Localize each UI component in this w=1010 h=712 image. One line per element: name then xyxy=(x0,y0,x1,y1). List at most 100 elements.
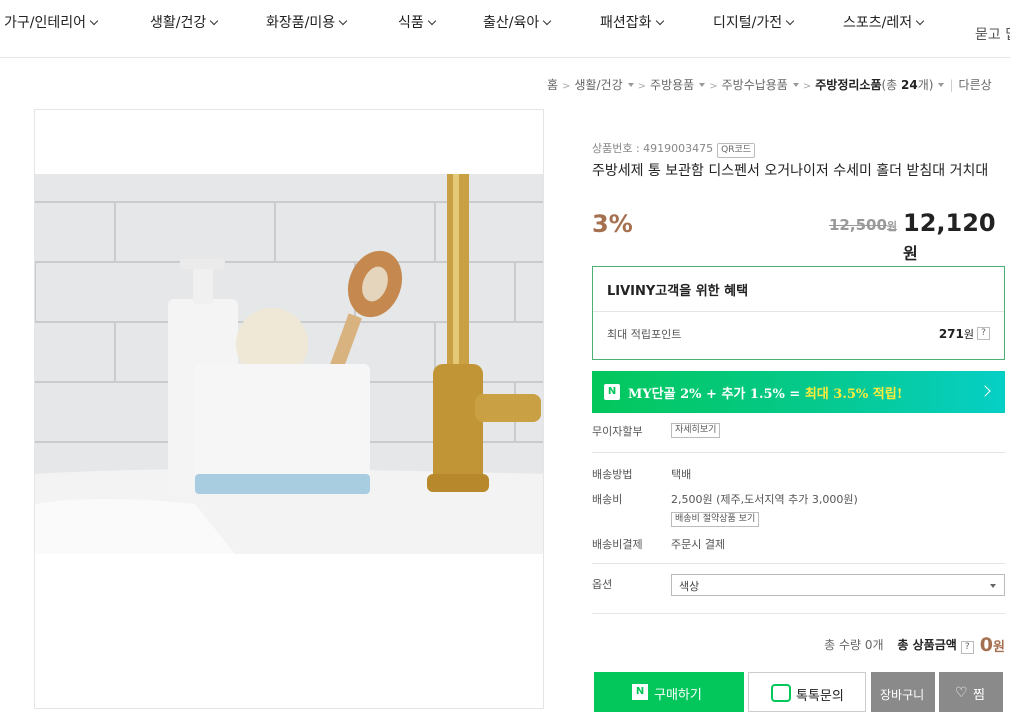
shipping-fee-label: 배송비 xyxy=(592,493,623,506)
max-points-label: 최대 적립포인트 xyxy=(607,328,682,341)
nav-label: 출산/육아 xyxy=(483,15,540,31)
nav-item-digital[interactable]: 디지털/가전 xyxy=(713,12,795,32)
option-select-value: 색상 xyxy=(679,580,700,593)
installment-detail-button[interactable]: 자세히보기 xyxy=(671,423,721,438)
naver-n-icon: N xyxy=(632,684,648,700)
nav-item-baby[interactable]: 출산/육아 xyxy=(483,12,552,32)
naver-n-icon: N xyxy=(604,384,620,400)
promo-text-highlight: 최대 3.5% 적립! xyxy=(804,387,903,402)
other-link[interactable]: 다른상 xyxy=(959,78,992,92)
original-price: 12,500원 xyxy=(829,216,897,234)
breadcrumb-item[interactable]: 주방수납용품 xyxy=(722,78,788,92)
shipping-payment-value: 주문시 결제 xyxy=(671,538,726,551)
talktalk-inquiry-button[interactable]: 톡톡문의 xyxy=(748,672,866,712)
help-icon[interactable]: ? xyxy=(977,327,990,340)
buy-button-label: 구매하기 xyxy=(654,688,702,703)
total-amount-number: 0 xyxy=(979,634,994,656)
breadcrumb-count-suffix: 개) xyxy=(917,78,934,92)
sale-price-unit: 원 xyxy=(903,244,918,263)
breadcrumb-separator-icon: > xyxy=(709,81,718,92)
nav-item-food[interactable]: 식품 xyxy=(398,12,437,32)
discount-rate: 3% xyxy=(592,210,633,238)
installment-label: 무이자할부 xyxy=(592,425,643,438)
shipping-method-label: 배송방법 xyxy=(592,468,633,481)
my-regular-promo-banner[interactable]: N MY단골 2% + 추가 1.5% = 최대 3.5% 적립! xyxy=(592,371,1005,413)
nav-item-sports[interactable]: 스포츠/레저 xyxy=(843,12,925,32)
caret-down-icon xyxy=(990,584,996,588)
chevron-down-icon xyxy=(655,16,664,26)
max-points-number: 271 xyxy=(938,327,964,341)
original-price-value: 12,500 xyxy=(829,216,887,234)
help-icon[interactable]: ? xyxy=(960,641,974,654)
nav-label: 패션잡화 xyxy=(600,15,652,31)
nav-item-furniture[interactable]: 가구/인테리어 xyxy=(4,12,99,32)
order-summary: 총 수량 0개 총 상품금액? 0원 xyxy=(824,632,1005,656)
talktalk-button-label: 톡톡문의 xyxy=(796,689,844,704)
promo-text-main: MY단골 2% + 추가 1.5% = xyxy=(628,387,805,402)
wish-button-label: 찜 xyxy=(973,688,985,703)
nav-label: 생활/건강 xyxy=(150,15,207,31)
max-points-value: 271원 xyxy=(939,326,974,342)
nav-item-beauty[interactable]: 화장품/미용 xyxy=(266,12,348,32)
product-image[interactable] xyxy=(35,174,543,554)
breadcrumb-item[interactable]: 주방용품 xyxy=(650,78,694,92)
breadcrumb-separator-icon: > xyxy=(802,81,812,92)
caret-down-icon[interactable] xyxy=(627,83,634,87)
option-label: 옵션 xyxy=(592,578,613,591)
breadcrumb-count: 24 xyxy=(901,78,918,92)
talk-bubble-icon xyxy=(771,684,791,702)
benefit-title: LIVINY고객을 위한 혜택 xyxy=(607,284,749,299)
divider xyxy=(592,613,1005,614)
caret-down-icon[interactable] xyxy=(699,83,706,87)
chevron-down-icon xyxy=(338,16,348,26)
product-number-text: 상품번호 : 4919003475 xyxy=(592,142,714,155)
max-points-unit: 원 xyxy=(963,328,974,341)
caret-down-icon[interactable] xyxy=(938,83,945,87)
total-amount-unit: 원 xyxy=(993,640,1005,655)
category-nav: 가구/인테리어 생활/건강 화장품/미용 식품 출산/육아 패션잡화 디지털/가… xyxy=(0,0,1010,58)
chevron-down-icon xyxy=(543,16,552,26)
sale-price: 12,120 원 xyxy=(903,209,1010,265)
option-select[interactable]: 색상 xyxy=(671,574,1005,596)
nav-label: 스포츠/레저 xyxy=(843,15,913,31)
buy-button[interactable]: N 구매하기 xyxy=(594,672,744,712)
total-qty-label: 총 수량 xyxy=(824,638,862,652)
breadcrumb-current[interactable]: 주방정리소품 xyxy=(815,78,881,92)
chevron-down-icon xyxy=(785,16,795,26)
breadcrumb-home[interactable]: 홈 xyxy=(547,78,558,92)
total-amount-label: 총 상품금액 xyxy=(897,638,957,652)
caret-down-icon[interactable] xyxy=(792,83,799,87)
nav-label: 디지털/가전 xyxy=(713,15,783,31)
nav-label: 식품 xyxy=(398,15,424,31)
breadcrumb-item[interactable]: 생활/건강 xyxy=(574,78,622,92)
shipping-saving-button[interactable]: 배송비 절약상품 보기 xyxy=(671,512,760,527)
divider xyxy=(592,563,1005,564)
sale-price-value: 12,120 xyxy=(903,209,996,237)
shipping-method-value: 택배 xyxy=(671,468,692,481)
ask-link[interactable]: 묻고 답 xyxy=(975,24,1010,44)
product-photo-illustration xyxy=(35,174,543,554)
shipping-payment-label: 배송비결제 xyxy=(592,538,643,551)
nav-item-living-health[interactable]: 생활/건강 xyxy=(150,12,219,32)
breadcrumb-separator-icon: > xyxy=(637,81,647,92)
chevron-down-icon xyxy=(427,16,437,26)
total-qty-value: 0개 xyxy=(864,638,884,652)
wish-button[interactable]: ♡ 찜 xyxy=(939,672,1003,712)
benefit-box: LIVINY고객을 위한 혜택 최대 적립포인트 271원 ? xyxy=(592,266,1005,360)
cart-button[interactable]: 장바구니 xyxy=(871,672,935,712)
chevron-down-icon xyxy=(210,16,219,26)
breadcrumb: 홈 > 생활/건강 > 주방용품 > 주방수납용품 > 주방정리소품(총 24개) | 다른상 xyxy=(547,76,992,93)
divider: | xyxy=(949,78,954,92)
breadcrumb-separator-icon: > xyxy=(562,81,571,92)
breadcrumb-count-prefix: (총 xyxy=(881,78,902,92)
original-price-unit: 원 xyxy=(886,220,898,233)
total-amount-value: 0원 xyxy=(980,634,1005,656)
qr-code-button[interactable]: QR코드 xyxy=(717,143,756,158)
product-number: 상품번호 : 4919003475 QR코드 xyxy=(592,140,756,158)
nav-label: 가구/인테리어 xyxy=(4,15,86,31)
nav-item-fashion-goods[interactable]: 패션잡화 xyxy=(600,12,664,32)
divider xyxy=(592,452,1005,453)
chevron-down-icon xyxy=(89,16,99,26)
chevron-right-icon xyxy=(979,385,991,397)
product-title: 주방세제 통 보관함 디스펜서 오거나이저 수세미 홀더 받침대 거치대 xyxy=(592,163,989,179)
